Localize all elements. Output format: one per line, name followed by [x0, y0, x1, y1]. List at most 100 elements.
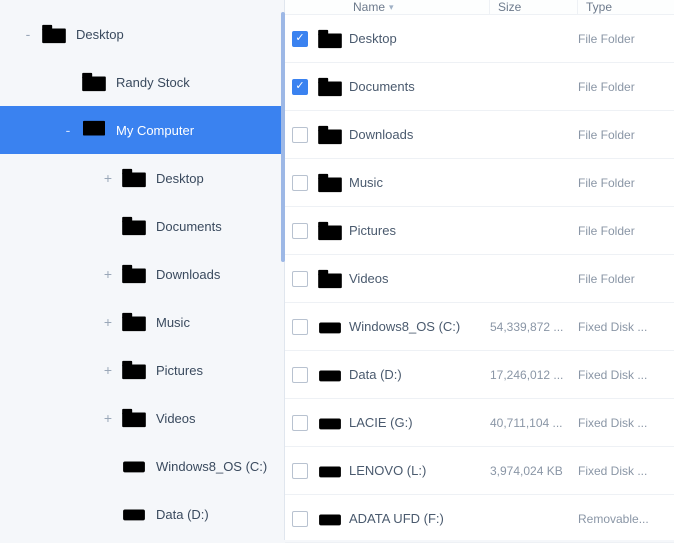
row-checkbox[interactable] — [292, 271, 308, 287]
row-name: Documents — [345, 79, 490, 94]
tree-expander-icon[interactable]: + — [100, 315, 116, 329]
row-name: Desktop — [345, 31, 490, 46]
column-size-label: Size — [498, 0, 521, 14]
row-checkbox[interactable] — [292, 31, 308, 47]
folder-outline-icon — [120, 311, 148, 333]
row-size: 3,974,024 KB — [490, 464, 578, 478]
row-name: LACIE (G:) — [345, 415, 490, 430]
row-type: File Folder — [578, 272, 674, 286]
tree-item-label: Desktop — [156, 171, 204, 186]
table-row[interactable]: Documents File Folder — [285, 63, 674, 111]
row-size: 40,711,104 ... — [490, 416, 578, 430]
file-list-pane: Name ▾ Size Type DesktopFile FolderDocum… — [284, 0, 674, 540]
tree-expander-icon[interactable]: - — [60, 123, 76, 137]
table-row[interactable]: ADATA UFD (F:)Removable... — [285, 495, 674, 543]
tree-item[interactable]: +Downloads — [0, 250, 284, 298]
folder-outline-icon — [120, 359, 148, 381]
table-row[interactable]: Downloads File Folder — [285, 111, 674, 159]
column-header-name[interactable]: Name ▾ — [345, 0, 490, 14]
table-row[interactable]: Music File Folder — [285, 159, 674, 207]
row-checkbox[interactable] — [292, 79, 308, 95]
drive-icon — [120, 455, 148, 477]
tree-item[interactable]: + Videos — [0, 394, 284, 442]
tree-item[interactable]: + Desktop — [0, 154, 284, 202]
column-header-size[interactable]: Size — [490, 0, 578, 14]
row-type: File Folder — [578, 32, 674, 46]
tree-item[interactable]: +Music — [0, 298, 284, 346]
row-type: File Folder — [578, 224, 674, 238]
sort-caret-icon: ▾ — [389, 2, 394, 13]
folder-tree[interactable]: -Desktop Randy Stock - My Computer + Desktop D… — [0, 0, 284, 540]
tree-item-label: My Computer — [116, 123, 194, 138]
row-checkbox[interactable] — [292, 223, 308, 239]
tree-expander-icon[interactable]: - — [20, 27, 36, 41]
drive-icon — [120, 503, 148, 525]
file-rows-container: DesktopFile FolderDocumentsFile FolderDo… — [285, 15, 674, 543]
row-checkbox[interactable] — [292, 319, 308, 335]
row-size: 54,339,872 ... — [490, 320, 578, 334]
column-header-checkbox — [285, 0, 315, 14]
folder-outline-icon — [315, 29, 345, 49]
tree-item-label: Randy Stock — [116, 75, 190, 90]
table-row[interactable]: Data (D:)17,246,012 ...Fixed Disk ... — [285, 351, 674, 399]
row-type: Fixed Disk ... — [578, 320, 674, 334]
tree-expander-icon[interactable]: + — [100, 363, 116, 377]
tree-item[interactable]: Documents — [0, 202, 284, 250]
tree-item[interactable]: + Pictures — [0, 346, 284, 394]
table-row[interactable]: Windows8_OS (C:)54,339,872 ...Fixed Disk… — [285, 303, 674, 351]
tree-item[interactable]: Data (D:) — [0, 490, 284, 538]
tree-expander-icon[interactable]: + — [100, 267, 116, 281]
folder-outline-icon — [315, 269, 345, 289]
folder-outline-icon — [315, 125, 345, 145]
row-type: File Folder — [578, 128, 674, 142]
folder-outline-icon — [120, 407, 148, 429]
drive-outline-icon — [315, 509, 345, 529]
tree-item[interactable]: - My Computer — [0, 106, 284, 154]
row-name: Windows8_OS (C:) — [345, 319, 490, 334]
folder-outline-icon — [315, 221, 345, 241]
tree-item-label: Windows8_OS (C:) — [156, 459, 267, 474]
tree-expander-icon[interactable]: + — [100, 411, 116, 425]
row-checkbox[interactable] — [292, 127, 308, 143]
tree-item-label: Data (D:) — [156, 507, 209, 522]
row-type: Fixed Disk ... — [578, 368, 674, 382]
table-row[interactable]: Videos File Folder — [285, 255, 674, 303]
row-type: Fixed Disk ... — [578, 464, 674, 478]
table-row[interactable]: LACIE (G:)40,711,104 ...Fixed Disk ... — [285, 399, 674, 447]
table-row[interactable]: Desktop File Folder — [285, 15, 674, 63]
row-name: Downloads — [345, 127, 490, 142]
scroll-indicator[interactable] — [281, 12, 285, 262]
tree-item-label: Pictures — [156, 363, 203, 378]
drive-outline-icon — [315, 461, 345, 481]
row-name: ADATA UFD (F:) — [345, 511, 490, 526]
folder-outline-icon — [315, 77, 345, 97]
tree-item-label: Videos — [156, 411, 196, 426]
column-name-label: Name — [353, 0, 385, 14]
row-checkbox[interactable] — [292, 367, 308, 383]
row-checkbox[interactable] — [292, 463, 308, 479]
tree-item[interactable]: Randy Stock — [0, 58, 284, 106]
row-name: Pictures — [345, 223, 490, 238]
row-type: File Folder — [578, 80, 674, 94]
folder-icon — [80, 71, 108, 93]
folder-outline-icon — [120, 167, 148, 189]
column-header-row: Name ▾ Size Type — [285, 0, 674, 15]
row-type: File Folder — [578, 176, 674, 190]
row-checkbox[interactable] — [292, 415, 308, 431]
folder-icon — [40, 23, 68, 45]
row-name: Data (D:) — [345, 367, 490, 382]
tree-item[interactable]: Windows8_OS (C:) — [0, 442, 284, 490]
monitor-icon — [80, 119, 108, 141]
table-row[interactable]: Pictures File Folder — [285, 207, 674, 255]
row-name: Videos — [345, 271, 490, 286]
folder-outline-icon — [120, 263, 148, 285]
tree-item-label: Documents — [156, 219, 222, 234]
column-header-type[interactable]: Type — [578, 0, 674, 14]
tree-item[interactable]: -Desktop — [0, 10, 284, 58]
row-name: Music — [345, 175, 490, 190]
table-row[interactable]: LENOVO (L:)3,974,024 KBFixed Disk ... — [285, 447, 674, 495]
tree-expander-icon[interactable]: + — [100, 171, 116, 185]
drive-outline-icon — [315, 413, 345, 433]
row-checkbox[interactable] — [292, 175, 308, 191]
row-checkbox[interactable] — [292, 511, 308, 527]
